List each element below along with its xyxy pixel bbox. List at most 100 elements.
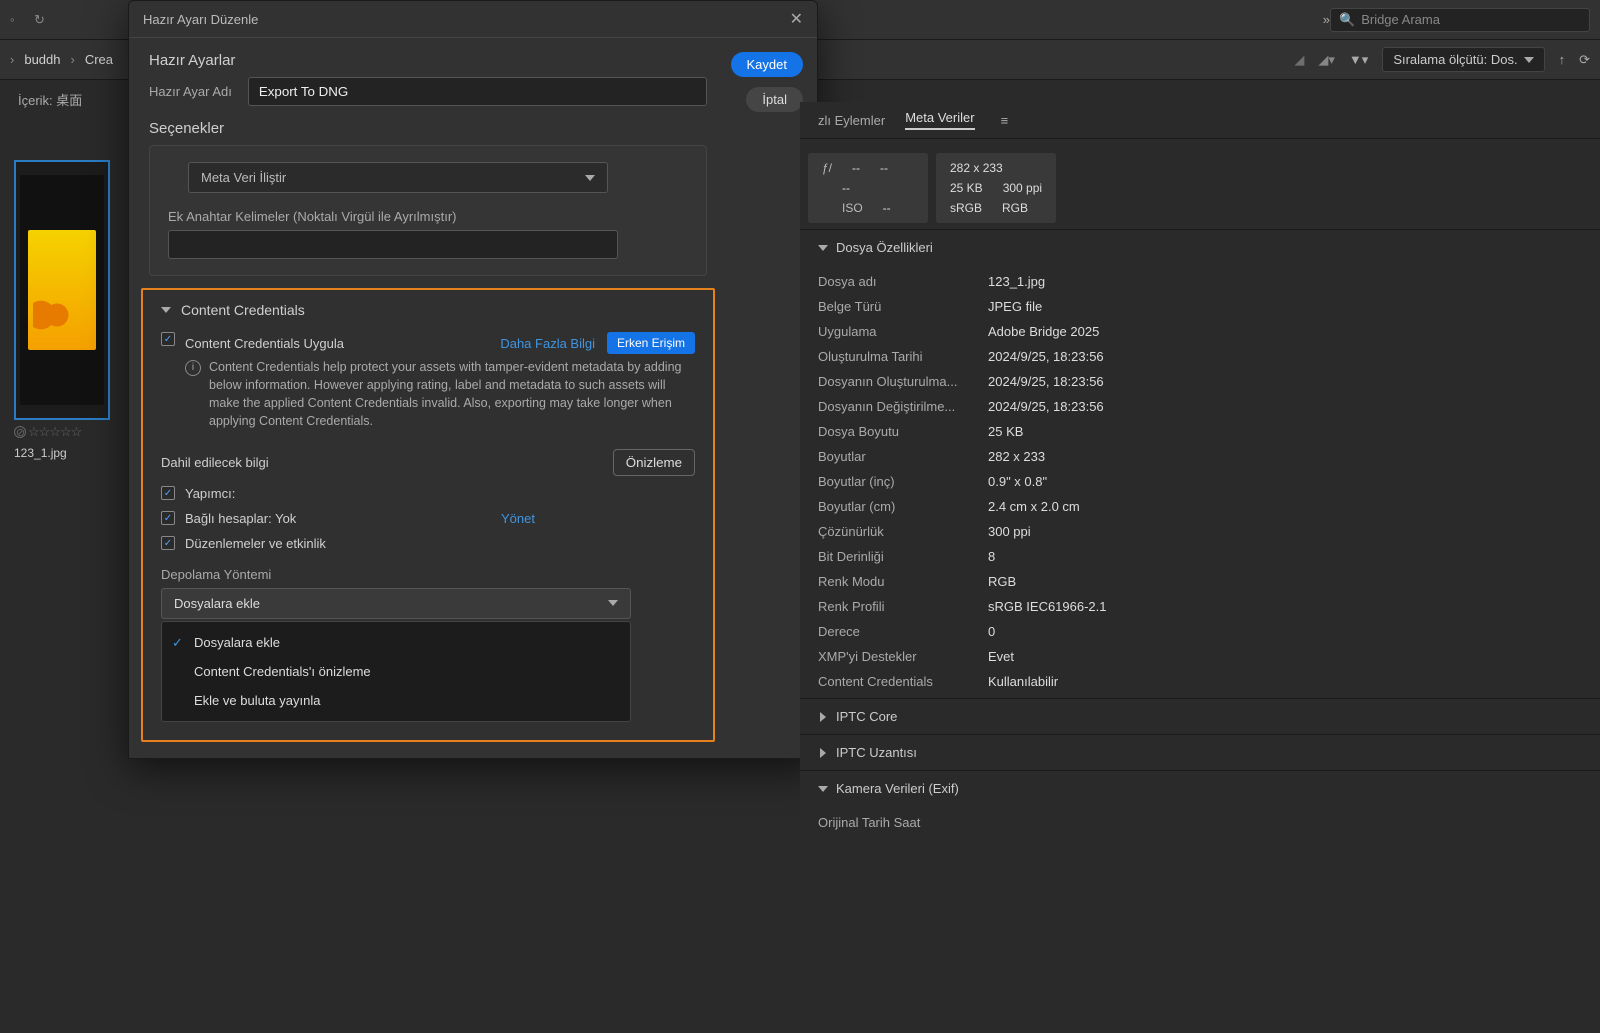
options-section-title: Seçenekler: [149, 120, 707, 137]
meta-value: 2.4 cm x 2.0 cm: [988, 499, 1080, 514]
meta-row: Content CredentialsKullanılabilir: [800, 669, 1600, 694]
storage-method-dropdown: Dosyalara ekle Content Credentials'ı öni…: [161, 621, 631, 722]
star-rating[interactable]: ☆☆☆☆☆: [28, 424, 81, 440]
panel-tabs: zlı Eylemler Meta Veriler ≡: [800, 102, 1600, 139]
storage-option-attach[interactable]: Dosyalara ekle: [162, 628, 630, 657]
storage-method-label: Depolama Yöntemi: [161, 567, 695, 582]
save-button[interactable]: Kaydet: [731, 52, 803, 77]
view-icon-1[interactable]: ◢: [1294, 52, 1304, 68]
storage-method-select[interactable]: Dosyalara ekle: [161, 588, 631, 619]
cc-apply-checkbox[interactable]: [161, 332, 175, 346]
camera-box-dims: 282 x 233 25 KB300 ppi sRGBRGB: [936, 153, 1056, 223]
include-info-label: Dahil edilecek bilgi: [161, 455, 269, 470]
breadcrumb-item[interactable]: buddh: [24, 52, 60, 67]
dialog-titlebar: Hazır Ayarı Düzenle ✕: [129, 1, 817, 38]
meta-value: 2024/9/25, 18:23:56: [988, 349, 1104, 364]
cc-more-info-link[interactable]: Daha Fazla Bilgi: [500, 336, 595, 351]
meta-row: Dosyanın Değiştirilme...2024/9/25, 18:23…: [800, 394, 1600, 419]
filesize-value: 25 KB: [950, 181, 983, 195]
preset-name-input[interactable]: [248, 77, 707, 106]
filter-icon[interactable]: ▼▾: [1349, 52, 1368, 68]
cc-section-header[interactable]: Content Credentials: [161, 302, 695, 318]
chevron-right-icon: [820, 748, 826, 758]
thumbnail-filename: 123_1.jpg: [14, 446, 110, 460]
storage-option-cloud[interactable]: Ekle ve buluta yayınla: [162, 686, 630, 715]
cc-header-text: Content Credentials: [181, 302, 305, 318]
shutter-value: --: [880, 161, 888, 175]
meta-row: Oluşturulma Tarihi2024/9/25, 18:23:56: [800, 344, 1600, 369]
meta-key: Bit Derinliği: [818, 549, 988, 564]
manage-link[interactable]: Yönet: [501, 511, 535, 526]
back-icon[interactable]: ◦: [10, 12, 26, 28]
info-icon: i: [185, 360, 201, 376]
view-icon-2[interactable]: ◢▾: [1318, 52, 1335, 68]
meta-value: 2024/9/25, 18:23:56: [988, 374, 1104, 389]
meta-key: Dosya Boyutu: [818, 424, 988, 439]
file-properties-header[interactable]: Dosya Özellikleri: [800, 230, 1600, 265]
camera-info-strip: ƒ/---- -- ISO-- 282 x 233 25 KB300 ppi s…: [800, 139, 1600, 229]
presets-section-title: Hazır Ayarlar: [149, 52, 707, 69]
meta-value: 123_1.jpg: [988, 274, 1045, 289]
refresh-icon[interactable]: ↻: [34, 12, 50, 28]
edits-activity-checkbox[interactable]: [161, 536, 175, 550]
meta-key: Boyutlar (inç): [818, 474, 988, 489]
cc-apply-label: Content Credentials Uygula: [185, 336, 344, 351]
mode-value: RGB: [1002, 201, 1028, 215]
panel-menu-icon[interactable]: ≡: [1001, 113, 1009, 128]
tab-metadata[interactable]: Meta Veriler: [905, 110, 974, 130]
storage-option-preview[interactable]: Content Credentials'ı önizleme: [162, 657, 630, 686]
iptc-ext-header[interactable]: IPTC Uzantısı: [800, 735, 1600, 770]
dimensions-value: 282 x 233: [950, 161, 1003, 175]
search-icon: 🔍: [1339, 12, 1355, 28]
chevron-right-icon: [820, 712, 826, 722]
sort-dropdown[interactable]: Sıralama ölçütü: Dos.: [1382, 47, 1544, 72]
meta-row: Boyutlar (inç)0.9" x 0.8": [800, 469, 1600, 494]
meta-value: 282 x 233: [988, 449, 1045, 464]
exposure-comp-value: --: [842, 181, 850, 195]
content-credentials-section: Content Credentials Content Credentials …: [141, 288, 715, 742]
sort-asc-icon[interactable]: ↑: [1559, 52, 1566, 67]
meta-key: Renk Profili: [818, 599, 988, 614]
search-input[interactable]: 🔍 Bridge Arama: [1330, 8, 1590, 32]
meta-row: UygulamaAdobe Bridge 2025: [800, 319, 1600, 344]
camera-box-exposure: ƒ/---- -- ISO--: [808, 153, 928, 223]
meta-key: Dosyanın Oluşturulma...: [818, 374, 988, 389]
storage-selected-text: Dosyalara ekle: [174, 596, 260, 611]
producer-checkbox[interactable]: [161, 486, 175, 500]
file-properties-title: Dosya Özellikleri: [836, 240, 933, 255]
attach-metadata-select[interactable]: Meta Veri İliştir: [188, 162, 608, 193]
extra-keywords-input[interactable]: [168, 230, 618, 259]
thumbnail-item[interactable]: [14, 160, 110, 420]
close-icon[interactable]: ✕: [790, 9, 803, 29]
more-chevrons[interactable]: »: [1323, 12, 1330, 27]
preset-name-label: Hazır Ayar Adı: [149, 84, 232, 99]
iptc-core-header[interactable]: IPTC Core: [800, 699, 1600, 734]
camera-data-header[interactable]: Kamera Verileri (Exif): [800, 771, 1600, 806]
meta-value: JPEG file: [988, 299, 1042, 314]
cancel-button[interactable]: İptal: [746, 87, 803, 112]
breadcrumb-item[interactable]: Crea: [85, 52, 113, 67]
thumbnail-image: [20, 175, 104, 405]
chevron-down-icon: [818, 245, 828, 251]
meta-key: Boyutlar: [818, 449, 988, 464]
meta-value: RGB: [988, 574, 1016, 589]
iso-label: ISO: [842, 201, 863, 215]
thumbnail-rating[interactable]: ⊘ ☆☆☆☆☆: [14, 424, 110, 440]
aperture-label: ƒ/: [822, 161, 832, 175]
chevron-down-icon: [161, 307, 171, 313]
meta-row: Dosya Boyutu25 KB: [800, 419, 1600, 444]
meta-row: Renk ModuRGB: [800, 569, 1600, 594]
meta-key: Derece: [818, 624, 988, 639]
meta-row: Dosya adı123_1.jpg: [800, 269, 1600, 294]
iptc-core-title: IPTC Core: [836, 709, 897, 724]
camera-data-title: Kamera Verileri (Exif): [836, 781, 959, 796]
preview-button[interactable]: Önizleme: [613, 449, 695, 476]
tab-quick-actions[interactable]: zlı Eylemler: [818, 113, 885, 128]
reject-icon[interactable]: ⊘: [14, 426, 26, 438]
edits-activity-label: Düzenlemeler ve etkinlik: [185, 536, 326, 551]
iso-value: --: [883, 201, 891, 215]
options-icon[interactable]: ⟳: [1579, 52, 1590, 68]
meta-key: Boyutlar (cm): [818, 499, 988, 514]
connected-accounts-checkbox[interactable]: [161, 511, 175, 525]
meta-value: Kullanılabilir: [988, 674, 1058, 689]
